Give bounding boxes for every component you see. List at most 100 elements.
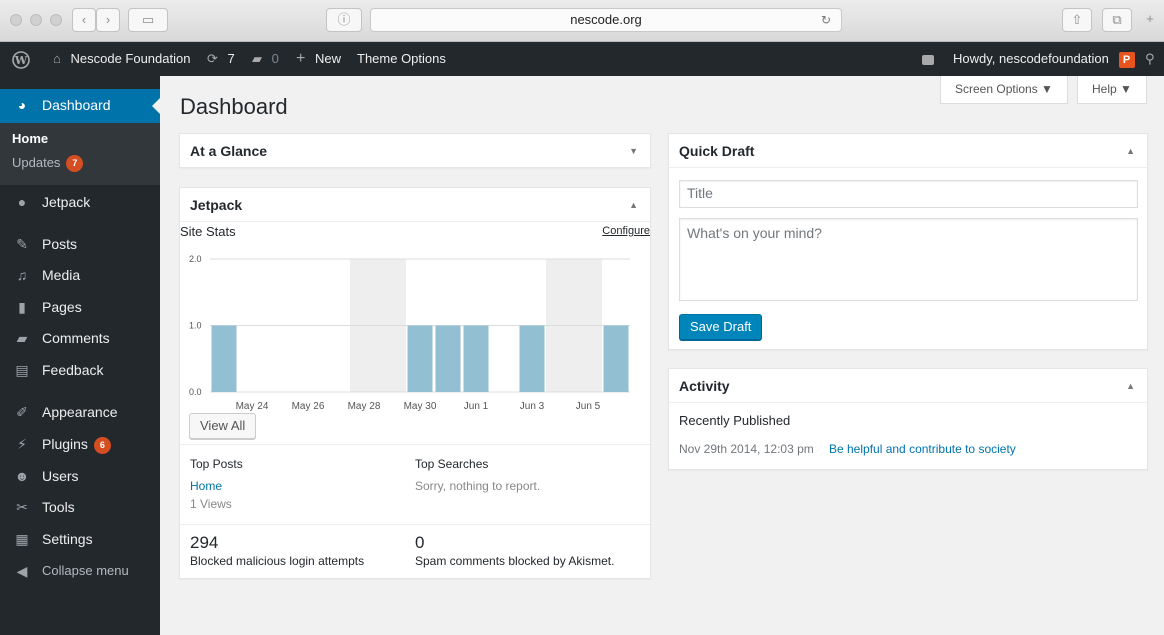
url-text: nescode.org [570, 12, 642, 27]
collapse-menu-button[interactable]: ◀ Collapse menu [0, 555, 160, 587]
view-all-button[interactable]: View All [189, 413, 257, 439]
forward-button[interactable]: › [96, 8, 120, 32]
sidebar-item-posts[interactable]: ✎ Posts [0, 228, 160, 260]
stat-bar [519, 325, 545, 392]
updates-badge: 7 [66, 155, 84, 173]
activity-date: Nov 29th 2014, 12:03 pm [679, 442, 814, 456]
wordpress-logo-icon[interactable]: W [12, 42, 30, 76]
sidebar-item-plugins[interactable]: ⚡ Plugins 6 [0, 428, 160, 460]
sidebar-item-media[interactable]: ♫ Media [0, 259, 160, 291]
quick-draft-widget: Quick Draft ▲ Title What's on your mind?… [668, 133, 1148, 350]
site-name-link[interactable]: ⌂ Nescode Foundation [53, 42, 190, 76]
sidebar-item-label: Pages [42, 299, 82, 315]
stat-bar [435, 325, 461, 392]
sidebar-item-pages[interactable]: ▮ Pages [0, 291, 160, 323]
new-content-link[interactable]: + New [296, 42, 341, 76]
theme-options-link[interactable]: Theme Options [357, 42, 446, 76]
top-posts-label: Top Posts [190, 457, 243, 471]
site-info-button[interactable]: ⓘ [326, 8, 362, 32]
draft-title-input[interactable]: Title [679, 180, 1138, 208]
configure-link[interactable]: Configure [602, 225, 650, 237]
account-menu[interactable]: Howdy, nescodefoundation P [953, 42, 1135, 76]
collapse-toggle-icon[interactable]: ▲ [1126, 134, 1135, 168]
divider [180, 524, 650, 525]
notifications-icon[interactable] [922, 42, 934, 76]
widget-header[interactable]: Activity ▲ [669, 369, 1147, 403]
main-content: Dashboard Screen Options ▼ Help ▼ At a G… [160, 76, 1164, 635]
widget-header[interactable]: Quick Draft ▲ [669, 134, 1147, 168]
plus-icon: + [296, 50, 306, 67]
y-tick-label: 1.0 [189, 321, 202, 331]
sidebar-item-feedback[interactable]: ▤ Feedback [0, 354, 160, 386]
pin-icon: ✎ [16, 236, 28, 252]
blocked-count: 294 [190, 533, 219, 552]
share-icon: ⇧ [1071, 12, 1083, 27]
wrench-icon: ✂ [16, 499, 28, 515]
current-arrow [152, 98, 160, 114]
y-tick-label: 2.0 [189, 254, 202, 264]
new-tab-button[interactable]: + [1140, 8, 1160, 32]
share-button[interactable]: ⇧ [1062, 8, 1092, 32]
site-name: Nescode Foundation [70, 51, 191, 66]
brush-icon: ✐ [16, 404, 28, 420]
sidebar-item-dashboard[interactable]: ◕ Dashboard [0, 89, 160, 123]
sidebar-item-label: Collapse menu [42, 563, 129, 578]
collapse-toggle-icon[interactable]: ▲ [629, 188, 638, 222]
collapse-toggle-icon[interactable]: ▲ [1126, 369, 1135, 403]
at-a-glance-widget: At a Glance ▼ [179, 133, 651, 168]
x-tick-label: May 28 [348, 401, 381, 412]
widget-title: At a Glance [190, 143, 268, 159]
save-draft-button[interactable]: Save Draft [679, 314, 763, 340]
jetpack-icon: ● [17, 194, 27, 210]
tabs-button[interactable]: ⧉ [1102, 8, 1132, 32]
sidebar-toggle-button[interactable]: ▭ [128, 8, 168, 32]
settings-icon: ▦ [15, 531, 29, 547]
minimize-window-button[interactable] [30, 14, 42, 26]
spam-count: 0 [415, 533, 425, 552]
draft-content-textarea[interactable]: What's on your mind? [679, 218, 1138, 301]
collapse-toggle-icon[interactable]: ▼ [629, 134, 638, 168]
new-label: New [314, 51, 341, 66]
search-icon[interactable]: ⚲ [1145, 42, 1155, 76]
activity-post-link[interactable]: Be helpful and contribute to society [829, 442, 1016, 456]
comments-link[interactable]: ▰ 0 [252, 42, 279, 76]
feedback-icon: ▤ [15, 362, 29, 378]
x-tick-label: May 26 [292, 401, 325, 412]
collapse-icon: ◀ [16, 563, 28, 579]
zoom-window-button[interactable] [50, 14, 62, 26]
x-tick-label: May 24 [236, 401, 269, 412]
updates-link[interactable]: ⟳ 7 [207, 42, 235, 76]
top-searches-label: Top Searches [415, 457, 489, 471]
submenu-updates[interactable]: Updates 7 [12, 155, 84, 173]
close-window-button[interactable] [10, 14, 22, 26]
sidebar-item-users[interactable]: ☻ Users [0, 460, 160, 492]
back-button[interactable]: ‹ [72, 8, 96, 32]
top-post-link[interactable]: Home [190, 479, 222, 493]
sidebar-item-label: Settings [42, 531, 93, 547]
svg-text:W: W [14, 54, 28, 67]
chevron-right-icon: › [105, 12, 111, 27]
sidebar-item-jetpack[interactable]: ● Jetpack [0, 186, 160, 218]
admin-menu: ◕ Dashboard Home Updates 7 ● Jetpack ✎ Post… [0, 76, 160, 635]
sidebar-item-appearance[interactable]: ✐ Appearance [0, 396, 160, 428]
reload-icon[interactable]: ↻ [821, 9, 831, 31]
dashboard-icon: ◕ [17, 97, 27, 113]
submenu-home[interactable]: Home [12, 131, 48, 146]
screen-options-button[interactable]: Screen Options ▼ [940, 76, 1068, 104]
divider [180, 444, 650, 445]
address-bar[interactable]: nescode.org ↻ [370, 8, 842, 32]
theme-options-label: Theme Options [357, 51, 446, 66]
sidebar-item-label: Plugins [42, 436, 88, 452]
updates-count: 7 [227, 51, 235, 66]
media-icon: ♫ [16, 267, 28, 283]
plugins-badge: 6 [93, 436, 111, 454]
widget-header[interactable]: Jetpack ▲ [180, 188, 650, 222]
sidebar-item-tools[interactable]: ✂ Tools [0, 491, 160, 523]
widget-header[interactable]: At a Glance ▼ [180, 134, 650, 168]
plus-icon: + [1146, 11, 1154, 26]
help-button[interactable]: Help ▼ [1077, 76, 1147, 104]
sidebar-item-settings[interactable]: ▦ Settings [0, 523, 160, 555]
sidebar-item-label: Comments [42, 330, 110, 346]
x-tick-label: Jun 5 [576, 401, 601, 412]
sidebar-item-comments[interactable]: ▰ Comments [0, 322, 160, 354]
